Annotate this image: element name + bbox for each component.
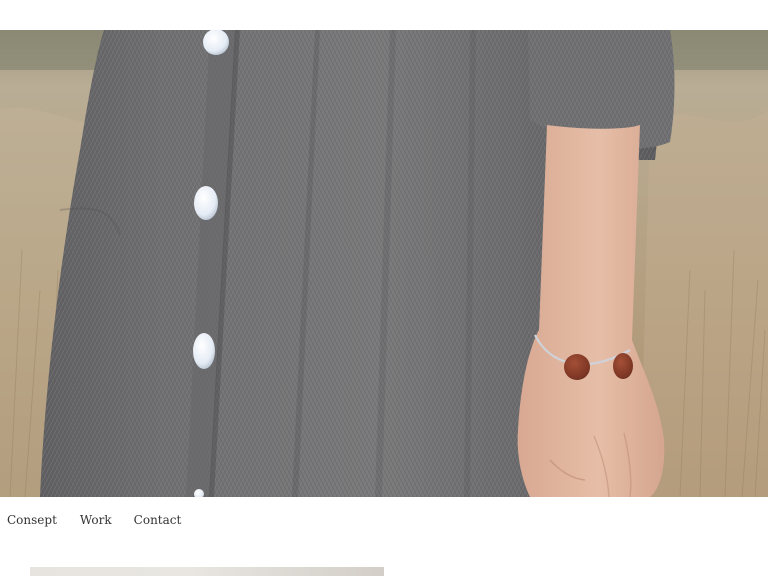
page: Consept Work Contact (0, 0, 768, 576)
nav-link-work[interactable]: Work (80, 510, 112, 530)
content-image-thumbnail (30, 567, 384, 576)
hero-image (0, 30, 768, 497)
main-navigation: Consept Work Contact (7, 510, 181, 530)
nav-link-consept[interactable]: Consept (7, 510, 57, 530)
nav-link-contact[interactable]: Contact (134, 510, 182, 530)
